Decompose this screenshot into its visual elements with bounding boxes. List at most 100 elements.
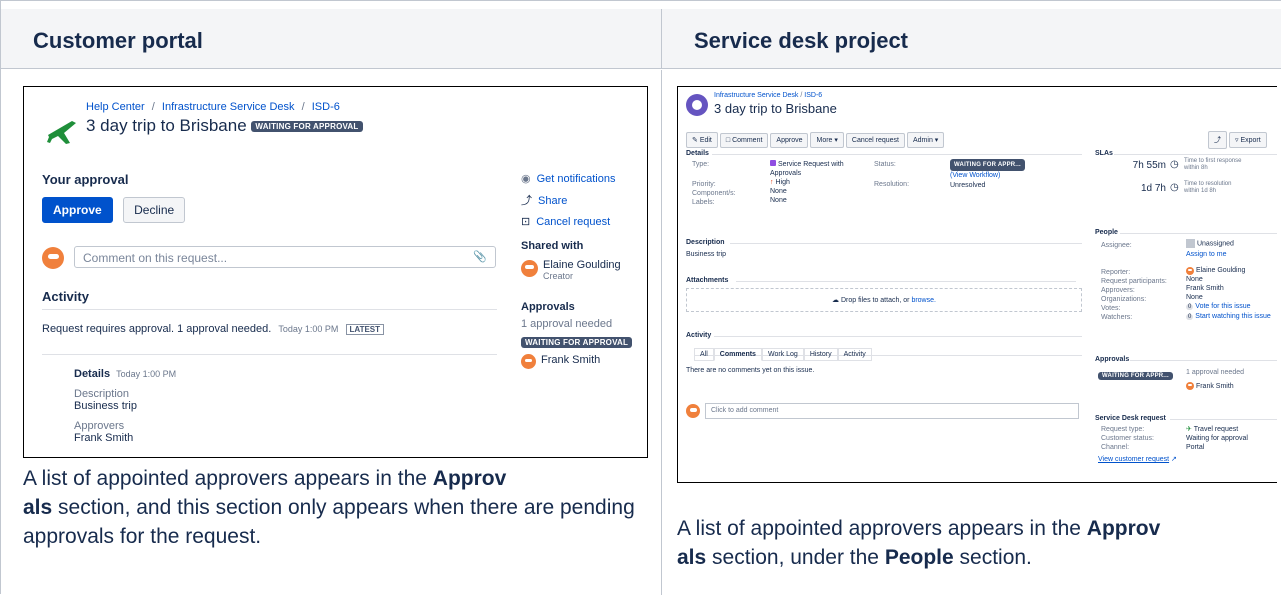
- comment-input[interactable]: Comment on this request... 📎: [74, 246, 496, 268]
- admin-button[interactable]: Admin ▾: [907, 132, 945, 148]
- sla2-desc: Time to resolution within 1d 8h: [1184, 181, 1232, 194]
- approvals-heading: Approvals: [1095, 356, 1130, 363]
- clock-icon: ◷: [1170, 182, 1179, 193]
- tab-activity[interactable]: Activity: [837, 348, 872, 361]
- caption-text: section, under the: [706, 546, 885, 569]
- breadcrumb-service-desk[interactable]: Infrastructure Service Desk: [162, 101, 295, 113]
- get-notifications-link[interactable]: ◉ Get notifications: [521, 172, 646, 185]
- breadcrumb: Infrastructure Service Desk / ISD-6: [714, 92, 822, 99]
- tab-work-log[interactable]: Work Log: [761, 348, 804, 361]
- view-customer-request[interactable]: View customer request ↗: [1098, 455, 1177, 463]
- issue-toolbar: ✎ Edit □ Comment Approve More ▾ Cancel reque…: [686, 129, 946, 148]
- paperclip-icon[interactable]: 📎: [473, 250, 487, 263]
- avatar: [521, 260, 538, 277]
- divider: [1170, 419, 1277, 420]
- tab-history[interactable]: History: [803, 348, 838, 361]
- header-customer-portal: Customer portal: [1, 9, 662, 69]
- comparison-table: Customer portal Service desk project Hel…: [0, 0, 1281, 595]
- caption-text: A list of appointed approvers appears in…: [23, 467, 433, 490]
- cancel-request-label[interactable]: Cancel request: [536, 216, 610, 228]
- breadcrumb-issue[interactable]: ISD-6: [312, 101, 340, 113]
- attachments-heading: Attachments: [686, 277, 729, 284]
- approve-button[interactable]: Approve: [42, 197, 113, 223]
- status-labels: Status: Resolution:: [874, 161, 910, 188]
- priority-up-icon: ↑: [770, 179, 774, 186]
- details-values: Service Request with Approvals ↑ High None…: [770, 160, 844, 204]
- edit-button[interactable]: ✎ Edit: [686, 132, 718, 148]
- more-button[interactable]: More ▾: [810, 132, 844, 148]
- view-workflow-link[interactable]: (View Workflow): [950, 172, 1000, 179]
- portal-sidebar: ◉ Get notifications ⤴ Share ⊡ Cancel reques…: [521, 172, 646, 369]
- shared-user: Elaine Goulding Creator: [521, 259, 646, 281]
- breadcrumb-sep: /: [301, 101, 305, 113]
- caption-bold: als: [677, 546, 707, 569]
- shared-with-heading: Shared with: [521, 240, 584, 252]
- divider: [714, 336, 1082, 337]
- cancel-request-button[interactable]: Cancel request: [845, 133, 905, 148]
- shared-name: Elaine Goulding: [543, 259, 621, 271]
- approvals-status-badge: WAITING FOR APPROVAL: [521, 336, 633, 348]
- caption-text: A list of appointed approvers appears in…: [677, 517, 1087, 540]
- approvals-status-badge: WAITING FOR APPR...: [1098, 371, 1173, 380]
- service-desk-screenshot: Infrastructure Service Desk / ISD-6 3 da…: [677, 86, 1277, 483]
- cancel-request-link[interactable]: ⊡ Cancel request: [521, 215, 646, 228]
- your-approval-heading: Your approval: [42, 172, 129, 187]
- drop-zone[interactable]: ☁ Drop files to attach, or browse.: [686, 288, 1082, 312]
- avatar: [521, 354, 536, 369]
- airplane-icon: ✈: [1186, 426, 1192, 433]
- caption-bold: Approv: [1086, 517, 1161, 540]
- add-comment-field[interactable]: Click to add comment: [705, 403, 1079, 419]
- details-heading: Details: [74, 368, 111, 380]
- divider: [736, 281, 1076, 282]
- no-comments-text: There are no comments yet on this issue.: [686, 367, 815, 374]
- sdr-values: ✈ Travel request Waiting for approval Port…: [1186, 426, 1248, 451]
- description-value: Business trip: [686, 251, 727, 258]
- activity-heading: Activity: [42, 289, 89, 304]
- breadcrumb-issue[interactable]: ISD-6: [804, 92, 822, 99]
- status-badge: WAITING FOR APPR...: [950, 159, 1025, 171]
- request-type-icon: [770, 160, 776, 166]
- decline-button[interactable]: Decline: [123, 197, 186, 223]
- caption-text: section, and this section only appears w…: [23, 496, 635, 548]
- breadcrumb-help-center[interactable]: Help Center: [86, 101, 145, 113]
- export-button[interactable]: ▿ Export: [1229, 132, 1267, 148]
- avatar: [1186, 266, 1194, 275]
- assign-to-me-link[interactable]: Assign to me: [1186, 251, 1226, 258]
- divider: [42, 309, 497, 310]
- header-title: Customer portal: [33, 28, 203, 53]
- vote-link[interactable]: Vote for this issue: [1195, 303, 1250, 310]
- get-notifications-label[interactable]: Get notifications: [537, 173, 616, 185]
- status-values: WAITING FOR APPR... (View Workflow) Unreso…: [950, 159, 1025, 191]
- approvals-heading: Approvals: [521, 301, 575, 313]
- divider: [712, 154, 1082, 155]
- sla1-desc: Time to first response within 8h: [1184, 158, 1242, 171]
- desc-label: Description: [74, 388, 130, 400]
- header-title: Service desk project: [694, 28, 909, 53]
- share-link[interactable]: ⤴ Share: [521, 192, 646, 208]
- view-customer-request-link[interactable]: View customer request: [1098, 456, 1169, 463]
- browse-link[interactable]: browse.: [911, 297, 936, 304]
- breadcrumb-sep: /: [151, 101, 155, 113]
- approver-name: Frank Smith: [1195, 382, 1234, 390]
- share-label[interactable]: Share: [538, 195, 567, 207]
- tab-comments[interactable]: Comments: [713, 348, 762, 361]
- activity-item: Request requires approval. 1 approval ne…: [42, 323, 385, 335]
- people-values: Unassigned Assign to me Elaine Goulding …: [1186, 239, 1271, 321]
- latest-badge: LATEST: [345, 324, 385, 335]
- details-heading: Details: [686, 150, 709, 157]
- caption-text: section.: [953, 546, 1032, 569]
- drop-text: Drop files to attach, or: [841, 297, 910, 304]
- approver-name: Frank Smith: [541, 354, 601, 366]
- share-icon[interactable]: ⤴: [1208, 131, 1227, 149]
- cell-service-desk: Infrastructure Service Desk / ISD-6 3 da…: [662, 70, 1281, 595]
- activity-time: Today 1:00 PM: [278, 324, 339, 334]
- clock-icon: ◷: [1170, 159, 1179, 170]
- comment-button[interactable]: □ Comment: [719, 133, 769, 148]
- breadcrumb-sep: /: [800, 92, 803, 99]
- activity-tabs: All Comments Work Log History Activity: [694, 343, 1082, 361]
- breadcrumb-project[interactable]: Infrastructure Service Desk: [714, 92, 798, 99]
- tab-all[interactable]: All: [694, 348, 714, 361]
- watch-link[interactable]: Start watching this issue: [1195, 313, 1270, 320]
- approve-button[interactable]: Approve: [770, 133, 809, 148]
- divider: [42, 354, 497, 355]
